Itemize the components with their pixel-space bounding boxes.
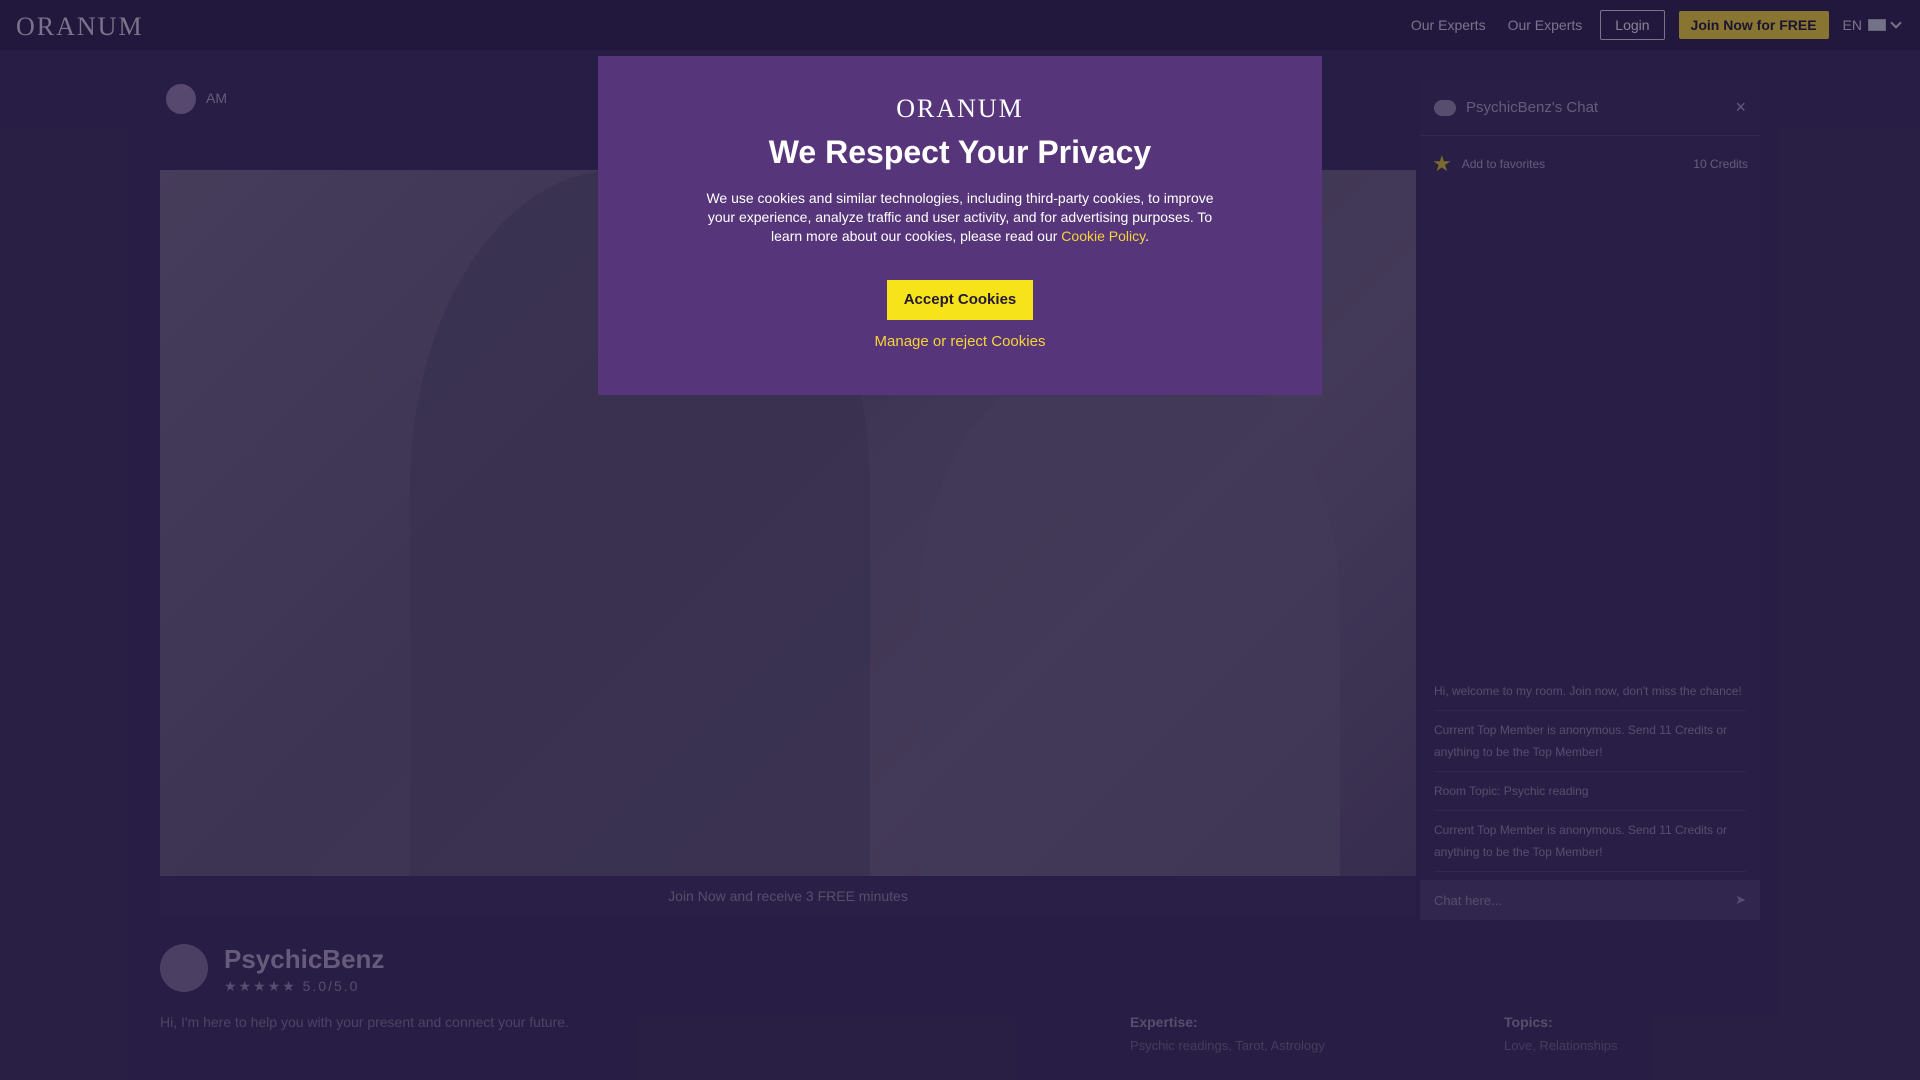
cookie-consent-modal: ORANUM We Respect Your Privacy We use co…: [598, 56, 1322, 395]
cookie-policy-link[interactable]: Cookie Policy: [1061, 228, 1145, 244]
modal-text-end: .: [1145, 228, 1149, 244]
modal-body-text: We use cookies and similar technologies,…: [705, 189, 1215, 246]
modal-logo: ORANUM: [896, 94, 1024, 123]
accept-cookies-button[interactable]: Accept Cookies: [887, 280, 1033, 320]
manage-cookies-link[interactable]: Manage or reject Cookies: [598, 333, 1322, 350]
modal-title: We Respect Your Privacy: [768, 134, 1152, 170]
